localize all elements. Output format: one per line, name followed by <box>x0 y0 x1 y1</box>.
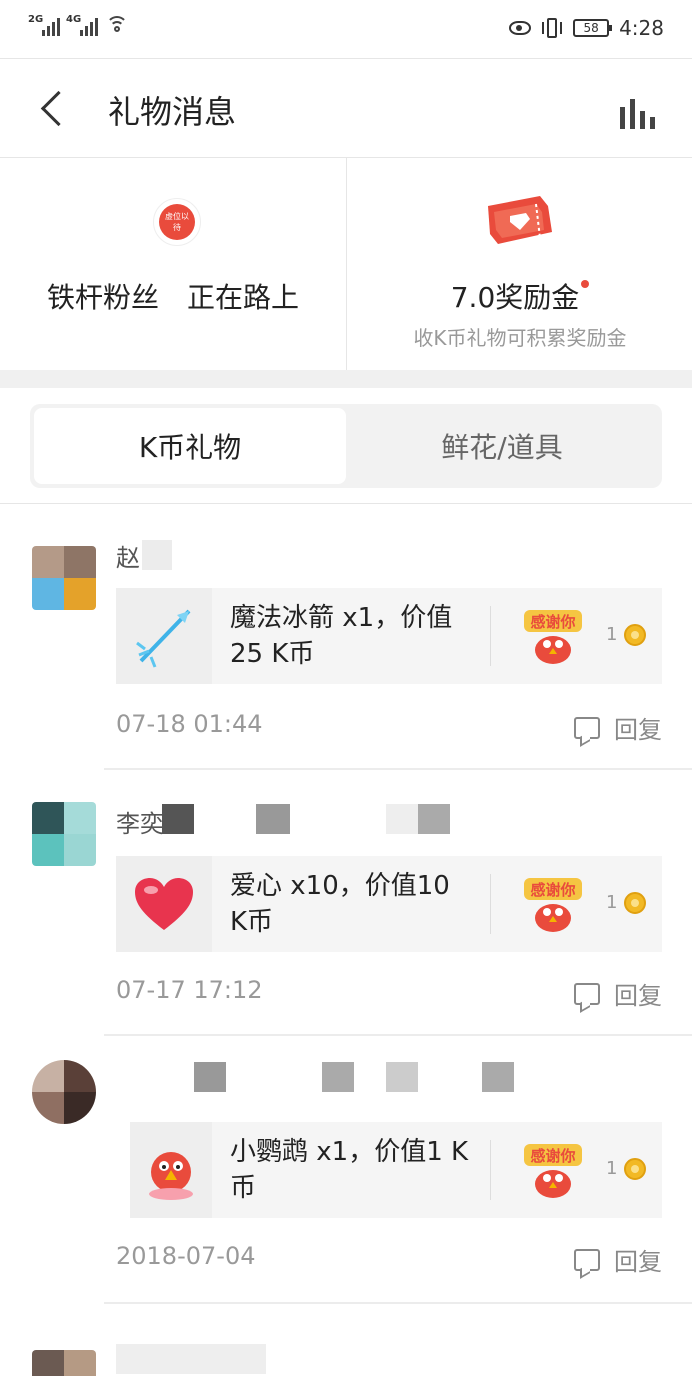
tab-flowers-props[interactable]: 鲜花/道具 <box>346 408 658 484</box>
page-title: 礼物消息 <box>108 93 237 131</box>
user-name: 赵 <box>116 544 140 572</box>
vibrate-icon <box>541 18 563 38</box>
list-item: 李奕 爱心 x10，价值10 K币 感谢你 1 07-17 17:12 回复 <box>0 770 692 1036</box>
summary-cards: 虚位以待 铁杆粉丝 正在路上 7.0奖励金 收K币礼物可积累奖励金 <box>0 158 692 370</box>
diamond-ticket-icon <box>488 196 552 244</box>
avatar[interactable] <box>32 802 96 866</box>
bonus-amount: 7.0奖励金 <box>347 276 692 316</box>
blurred-name <box>162 804 194 834</box>
reply-label: 回复 <box>614 1248 662 1276</box>
eye-icon <box>509 21 532 35</box>
notification-dot <box>581 280 590 288</box>
thanks-sticker-text: 感谢你 <box>530 1147 575 1165</box>
signal-icon: 4G <box>66 14 98 36</box>
blurred-name <box>142 540 172 570</box>
divider <box>490 1140 491 1200</box>
blurred-name <box>386 804 420 834</box>
status-bar: 2G 4G 58 4:28 <box>0 0 692 58</box>
thanks-sticker-icon: 感谢你 <box>524 1144 582 1198</box>
heart-icon <box>116 856 212 952</box>
signal-icon: 2G <box>28 14 60 36</box>
avatar[interactable] <box>32 1060 96 1124</box>
fan-badge-text: 虚位以待 <box>159 204 195 240</box>
gift-description: 爱心 x10，价值10 K币 <box>230 871 450 937</box>
comment-icon <box>574 1248 600 1271</box>
clock: 4:28 <box>619 16 664 40</box>
thanks-sticker-icon: 感谢你 <box>524 878 582 932</box>
coin-icon <box>624 624 646 646</box>
user-name: 李奕 <box>116 810 164 838</box>
fan-status-label: 铁杆粉丝 正在路上 <box>46 281 299 314</box>
timestamp: 07-17 17:12 <box>116 976 263 1004</box>
blurred-name <box>418 804 450 834</box>
network-type-label: 4G <box>66 14 82 25</box>
gift-card[interactable]: 爱心 x10，价值10 K币 感谢你 1 <box>116 856 662 952</box>
thanks-sticker-text: 感谢你 <box>530 881 575 899</box>
coin-icon <box>624 892 646 914</box>
fan-badge-icon: 虚位以待 <box>153 198 201 246</box>
fan-card[interactable]: 虚位以待 铁杆粉丝 正在路上 <box>0 158 346 370</box>
network-type-label: 2G <box>28 14 44 25</box>
timestamp: 07-18 01:44 <box>116 710 263 738</box>
thanks-sticker-text: 感谢你 <box>530 613 575 631</box>
ice-arrow-icon <box>116 588 212 684</box>
thanks-sticker-icon: 感谢你 <box>524 610 582 664</box>
avatar[interactable] <box>32 546 96 610</box>
blurred-name <box>256 804 290 834</box>
reply-button[interactable]: 回复 <box>574 976 662 1011</box>
thanks-count: 1 <box>606 1158 618 1179</box>
blurred-name <box>322 1062 354 1092</box>
coin-icon <box>624 1158 646 1180</box>
gift-description: 小鹦鹉 x1，价值1 K币 <box>230 1137 469 1203</box>
wifi-icon <box>106 16 128 34</box>
blurred-name <box>116 1344 266 1374</box>
reply-label: 回复 <box>614 982 662 1010</box>
segment-tabs: K币礼物 鲜花/道具 <box>30 404 662 488</box>
status-right: 58 4:28 <box>509 16 664 40</box>
gift-description: 魔法冰箭 x1，价值25 K币 <box>230 603 453 669</box>
gift-card[interactable]: 小鹦鹉 x1，价值1 K币 感谢你 1 <box>130 1122 662 1218</box>
list-item <box>0 1304 692 1376</box>
status-left: 2G 4G <box>28 14 128 36</box>
parrot-icon <box>130 1122 212 1218</box>
timestamp: 2018-07-04 <box>116 1242 256 1270</box>
back-arrow-icon[interactable] <box>40 89 64 129</box>
section-divider <box>0 370 692 388</box>
blurred-name <box>194 1062 226 1092</box>
reply-button[interactable]: 回复 <box>574 1242 662 1277</box>
divider <box>490 874 491 934</box>
comment-icon <box>574 716 600 739</box>
avatar[interactable] <box>32 1350 96 1376</box>
divider <box>490 606 491 666</box>
thanks-count: 1 <box>606 892 618 913</box>
bonus-card[interactable]: 7.0奖励金 收K币礼物可积累奖励金 <box>346 158 692 370</box>
comment-icon <box>574 982 600 1005</box>
bonus-amount-text: 7.0奖励金 <box>450 281 580 314</box>
app-header: 礼物消息 <box>0 58 692 158</box>
list-item: 赵 魔法冰箭 x1，价值25 K币 感谢你 1 07-18 01:44 回复 <box>0 504 692 770</box>
gift-card[interactable]: 魔法冰箭 x1，价值25 K币 感谢你 1 <box>116 588 662 684</box>
blurred-name <box>482 1062 514 1092</box>
reply-button[interactable]: 回复 <box>574 710 662 745</box>
bonus-subtitle: 收K币礼物可积累奖励金 <box>413 326 627 350</box>
battery-icon: 58 <box>573 19 613 37</box>
blurred-name <box>386 1062 418 1092</box>
thanks-count: 1 <box>606 624 618 645</box>
bar-chart-icon[interactable] <box>620 97 660 129</box>
reply-label: 回复 <box>614 716 662 744</box>
tab-k-coin-gifts[interactable]: K币礼物 <box>34 408 346 484</box>
list-item: 小鹦鹉 x1，价值1 K币 感谢你 1 2018-07-04 回复 <box>0 1036 692 1304</box>
